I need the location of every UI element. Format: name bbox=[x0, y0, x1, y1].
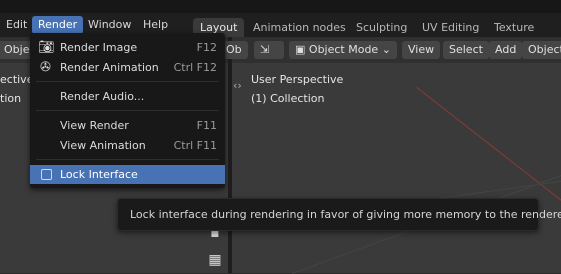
view-animation-shortcut: Ctrl F11 bbox=[173, 139, 217, 152]
grid-tool-icon[interactable]: ▦ bbox=[205, 251, 225, 269]
lock-interface-checkbox[interactable] bbox=[41, 169, 52, 180]
chevron-down-icon: ⌄ bbox=[381, 43, 391, 56]
menu-separator bbox=[36, 81, 219, 82]
render-audio-item[interactable]: Render Audio... bbox=[30, 87, 225, 106]
render-image-item[interactable]: 📷︎ Render Image F12 bbox=[30, 38, 225, 57]
film-reel-icon: ✇ bbox=[40, 60, 51, 75]
collapse-arrows-icon[interactable]: ‹› bbox=[233, 79, 242, 92]
viewport-header: Ob ⇲ ▣ Object Mode ⌄ View Select Add Obj… bbox=[220, 37, 561, 63]
view-render-item[interactable]: View Render F11 bbox=[30, 116, 225, 135]
x-axis-line bbox=[416, 87, 561, 211]
object-mode-label: Object Mode bbox=[308, 43, 379, 56]
transform-pivot-button[interactable]: ⇲ bbox=[254, 41, 284, 59]
perspective-label: User Perspective bbox=[251, 73, 344, 86]
tab-texture-paint[interactable]: Texture Paint bbox=[487, 18, 561, 54]
render-image-shortcut: F12 bbox=[196, 41, 217, 54]
collection-label: (1) Collection bbox=[251, 92, 325, 105]
render-image-label: Render Image bbox=[60, 41, 138, 54]
view-animation-label: View Animation bbox=[60, 139, 146, 152]
menu-help[interactable]: Help bbox=[137, 16, 174, 34]
tooltip: Lock interface during rendering in favor… bbox=[117, 198, 561, 231]
mode-icon: ▣ bbox=[295, 43, 306, 56]
left-perspective-label: ective bbox=[0, 73, 34, 86]
menu-render[interactable]: Render bbox=[32, 16, 84, 34]
camera-icon: 📷︎ bbox=[38, 40, 55, 55]
render-menu-dropdown: 📷︎ Render Image F12 ✇ Render Animation C… bbox=[30, 33, 225, 188]
lock-interface-item[interactable]: Lock Interface bbox=[30, 165, 225, 184]
render-animation-item[interactable]: ✇ Render Animation Ctrl F12 bbox=[30, 58, 225, 77]
object-menu[interactable]: Object bbox=[522, 41, 561, 59]
add-menu[interactable]: Add bbox=[489, 41, 523, 59]
pivot-icon: ⇲ bbox=[260, 43, 270, 56]
lock-interface-label: Lock Interface bbox=[60, 168, 138, 181]
tab-animation-nodes[interactable]: Animation nodes bbox=[246, 18, 353, 38]
menu-edit[interactable]: Edit bbox=[0, 16, 33, 34]
view-animation-item[interactable]: View Animation Ctrl F11 bbox=[30, 136, 225, 155]
render-animation-shortcut: Ctrl F12 bbox=[173, 61, 217, 74]
render-animation-label: Render Animation bbox=[60, 61, 159, 74]
tooltip-text: Lock interface during rendering in favor… bbox=[130, 208, 561, 221]
menu-separator bbox=[36, 159, 219, 160]
view-render-shortcut: F11 bbox=[196, 119, 217, 132]
title-strip bbox=[0, 0, 561, 13]
menu-separator bbox=[36, 110, 219, 111]
object-mode-dropdown[interactable]: ▣ Object Mode ⌄ bbox=[289, 41, 397, 59]
view-render-label: View Render bbox=[60, 119, 129, 132]
left-collection-label: tion bbox=[0, 92, 22, 105]
menu-window[interactable]: Window bbox=[82, 16, 137, 34]
render-audio-label: Render Audio... bbox=[60, 90, 145, 103]
view-menu[interactable]: View bbox=[402, 41, 441, 59]
tab-uv-editing[interactable]: UV Editing bbox=[415, 18, 487, 38]
select-menu[interactable]: Select bbox=[443, 41, 489, 59]
tab-sculpting[interactable]: Sculpting bbox=[349, 18, 415, 38]
